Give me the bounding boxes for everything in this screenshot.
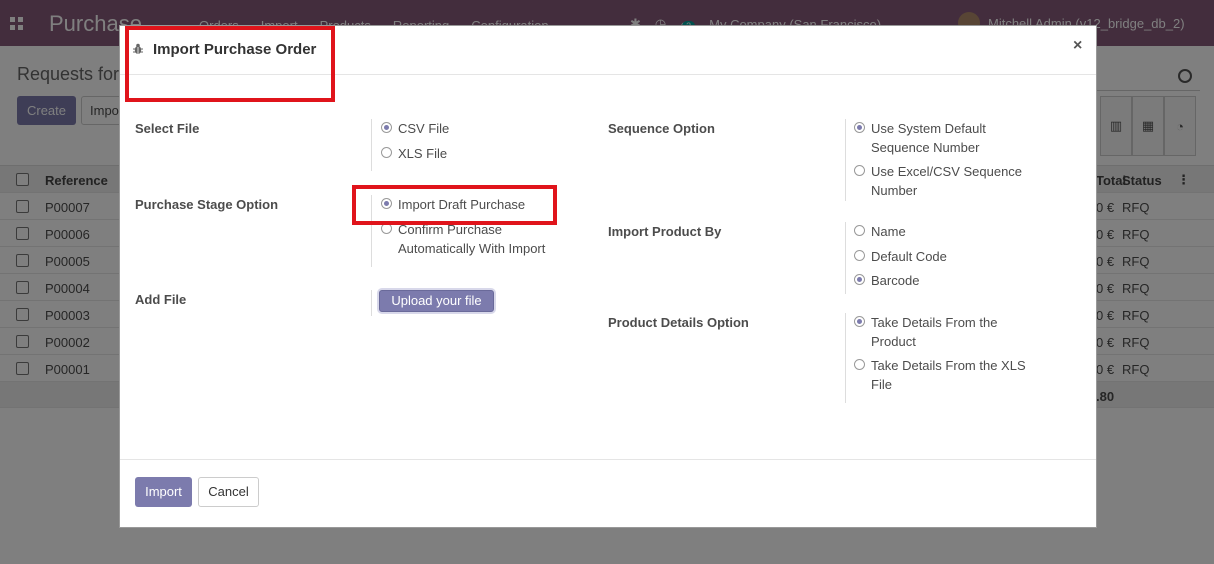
sequence-option-label: Sequence Option (608, 121, 715, 136)
option-label: Use Excel/CSV Sequence Number (871, 164, 1023, 198)
radio-barcode[interactable]: Barcode (854, 271, 919, 290)
divider (845, 119, 846, 201)
radio-button[interactable] (854, 250, 865, 261)
import-submit-button[interactable]: Import (135, 477, 192, 507)
radio-system-default-sequence[interactable]: Use System Default Sequence Number (854, 119, 1044, 157)
radio-button[interactable] (854, 225, 865, 236)
import-product-by-label: Import Product By (608, 224, 722, 239)
add-file-label: Add File (135, 292, 187, 307)
radio-button[interactable] (854, 359, 865, 370)
radio-default-code[interactable]: Default Code (854, 247, 947, 266)
radio-name[interactable]: Name (854, 222, 906, 241)
option-label: XLS File (398, 146, 448, 161)
radio-details-from-xls[interactable]: Take Details From the XLS File (854, 356, 1044, 394)
upload-file-button[interactable]: Upload your file (379, 290, 494, 312)
radio-csv-file[interactable]: CSV File (381, 119, 449, 138)
cancel-button[interactable]: Cancel (198, 477, 259, 507)
option-label: Confirm Purchase Automatically With Impo… (398, 222, 546, 256)
product-details-option-label: Product Details Option (608, 315, 749, 330)
highlight-box-title (125, 26, 335, 102)
option-label: Use System Default Sequence Number (871, 121, 986, 155)
divider (845, 222, 846, 294)
option-label: Default Code (871, 249, 947, 264)
close-icon[interactable]: × (1073, 38, 1082, 54)
divider (845, 313, 846, 403)
highlight-box-draft-option (352, 185, 557, 225)
radio-button[interactable] (854, 122, 865, 133)
radio-xls-file[interactable]: XLS File (381, 144, 447, 163)
radio-button[interactable] (854, 316, 865, 327)
radio-button[interactable] (381, 122, 392, 133)
option-label: Take Details From the Product (871, 315, 998, 349)
divider (371, 119, 372, 171)
radio-button[interactable] (854, 165, 865, 176)
divider (371, 290, 372, 316)
option-label: Name (871, 224, 906, 239)
option-label: CSV File (398, 121, 450, 136)
option-label: Barcode (871, 273, 920, 288)
radio-button[interactable] (381, 147, 392, 158)
radio-confirm-purchase[interactable]: Confirm Purchase Automatically With Impo… (381, 220, 561, 258)
option-label: Take Details From the XLS File (871, 358, 1026, 392)
radio-excel-csv-sequence[interactable]: Use Excel/CSV Sequence Number (854, 162, 1044, 200)
modal-footer: Import Cancel (120, 459, 1096, 527)
radio-details-from-product[interactable]: Take Details From the Product (854, 313, 1044, 351)
select-file-label: Select File (135, 121, 200, 136)
radio-button[interactable] (854, 274, 865, 285)
purchase-stage-label: Purchase Stage Option (135, 197, 279, 212)
